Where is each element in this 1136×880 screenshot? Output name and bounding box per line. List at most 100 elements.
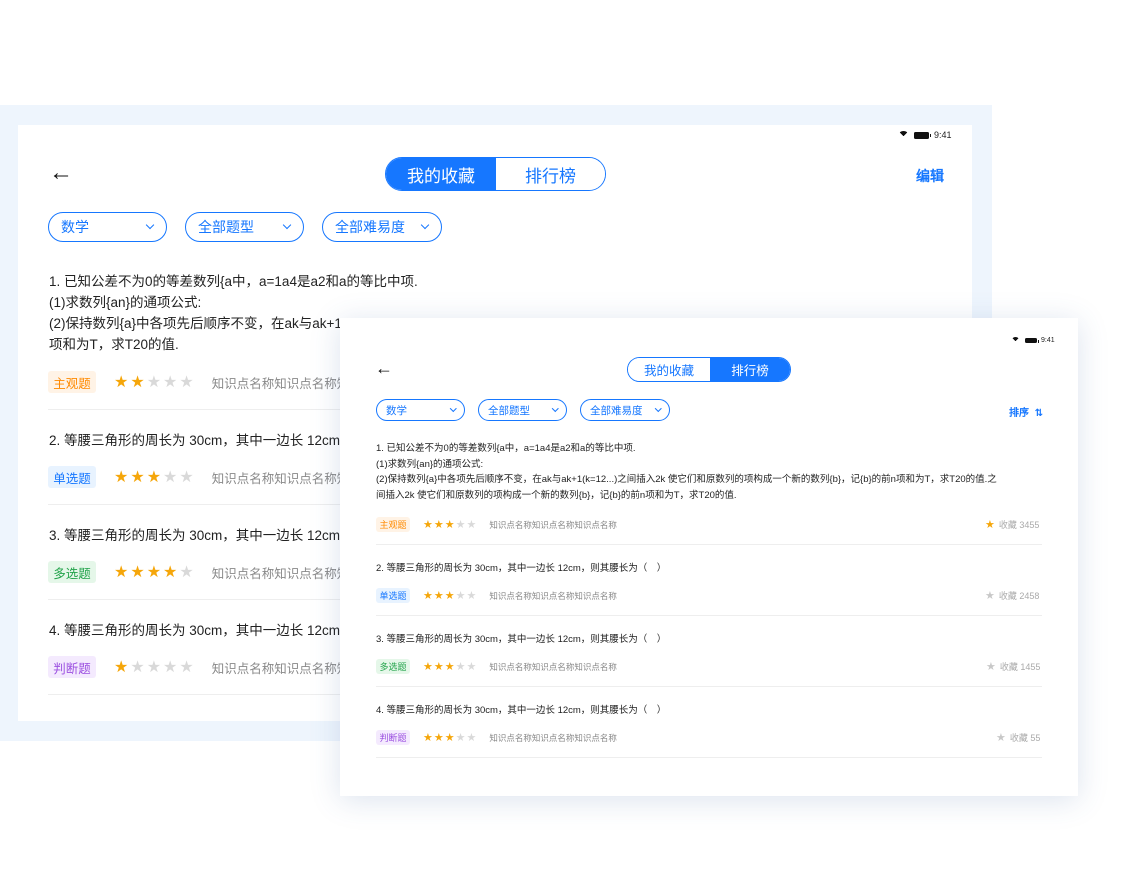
star-icon: ★: [114, 374, 129, 391]
star-icon: ★: [985, 590, 995, 602]
star-icon: ★: [130, 659, 145, 676]
question-1[interactable]: 1. 已知公差不为0的等差数列{a中，a=1a4是a2和a的等比中项. (1)求…: [376, 441, 997, 503]
star-icon: ★: [163, 659, 178, 676]
favorite-label: 收藏 55: [1009, 733, 1041, 743]
star-icon: ★: [114, 564, 129, 581]
question-1-meta: 主观题 ★ ★ ★ ★ ★ 知识点名称知识点名称知识点名称: [376, 517, 617, 532]
filter-subject[interactable]: 数学: [48, 212, 167, 242]
difficulty-stars: ★ ★ ★ ★ ★: [114, 562, 194, 582]
tag-single-choice: 单选题: [376, 588, 410, 603]
filter-type[interactable]: 全部题型: [185, 212, 304, 242]
question-4[interactable]: 4. 等腰三角形的周长为 30cm，其中一边长 12cm，则其腰长为（ ）: [376, 702, 666, 716]
wifi-icon: [1011, 337, 1020, 346]
chevron-down-icon: [449, 405, 456, 412]
question-text: 1. 已知公差不为0的等差数列{a中，a=1a4是a2和a的等比中项.: [49, 274, 418, 289]
knowledge-points: 知识点名称知识点名称知识点名称: [489, 732, 617, 743]
star-icon: ★: [130, 564, 145, 581]
star-icon: ★: [455, 590, 466, 602]
front-screen: 9:41 ← 我的收藏 排行榜 排序 ⇅ 数学 全部题型 全部难易度 1. 已知…: [354, 330, 1064, 778]
star-icon: ★: [179, 374, 194, 391]
question-text: (2)保持数列{a}中各项先后顺序不变，在ak与ak+1(k=12...)之间插…: [376, 474, 997, 485]
tab-favorites[interactable]: 我的收藏: [628, 358, 710, 381]
tag-subjective: 主观题: [376, 517, 410, 532]
question-3[interactable]: 3. 等腰三角形的周长为 30cm，其中一边长 12cm: [49, 524, 340, 544]
question-text: 1. 已知公差不为0的等差数列{a中，a=1a4是a2和a的等比中项.: [376, 443, 636, 454]
star-icon: ★: [444, 590, 455, 602]
star-icon: ★: [146, 659, 162, 676]
filter-difficulty-label: 全部难易度: [335, 219, 405, 235]
wifi-icon: [898, 131, 909, 142]
tab-favorites[interactable]: 我的收藏: [386, 158, 496, 190]
tab-switch: 我的收藏 排行榜: [627, 357, 791, 382]
knowledge-points: 知识点名称知识点名称知: [211, 566, 350, 581]
star-icon: ★: [130, 374, 145, 391]
status-time: 9:41: [1041, 336, 1055, 344]
star-icon: ★: [466, 519, 477, 531]
star-icon: ★: [444, 661, 455, 673]
status-time: 9:41: [934, 130, 952, 140]
divider: [48, 694, 348, 695]
chevron-down-icon: [654, 405, 661, 412]
divider: [48, 409, 348, 410]
divider: [48, 599, 348, 600]
back-arrow-icon[interactable]: ←: [49, 161, 73, 185]
difficulty-stars: ★ ★ ★ ★ ★: [114, 657, 194, 677]
favorite-count[interactable]: ★ 收藏 1455: [986, 660, 1040, 673]
star-icon: ★: [163, 374, 178, 391]
sort-icon: ⇅: [1034, 408, 1044, 419]
favorite-count[interactable]: ★ 收藏 2458: [985, 589, 1039, 602]
star-icon: ★: [455, 661, 466, 673]
star-icon: ★: [179, 469, 194, 486]
difficulty-stars: ★ ★ ★ ★ ★: [423, 660, 476, 673]
star-icon: ★: [433, 590, 444, 602]
back-arrow-icon[interactable]: ←: [375, 359, 393, 377]
difficulty-stars: ★ ★ ★ ★ ★: [114, 467, 194, 487]
difficulty-stars: ★ ★ ★ ★ ★: [423, 731, 476, 744]
star-icon: ★: [423, 590, 433, 602]
favorite-count[interactable]: ★ 收藏 3455: [985, 518, 1039, 531]
question-4[interactable]: 4. 等腰三角形的周长为 30cm，其中一边长 12cm: [49, 619, 340, 639]
question-2[interactable]: 2. 等腰三角形的周长为 30cm，其中一边长 12cm: [49, 429, 340, 449]
question-1-meta: 主观题 ★ ★ ★ ★ ★ 知识点名称知识点名称知: [48, 371, 349, 393]
divider: [48, 504, 348, 505]
favorite-label: 收藏 3455: [998, 520, 1040, 530]
filter-type[interactable]: 全部题型: [478, 399, 567, 421]
filter-difficulty[interactable]: 全部难易度: [322, 212, 442, 242]
status-bar: 9:41: [1010, 336, 1055, 346]
edit-button[interactable]: 编辑: [916, 166, 944, 186]
knowledge-points: 知识点名称知识点名称知识点名称: [489, 661, 617, 672]
filter-subject[interactable]: 数学: [376, 399, 465, 421]
question-2[interactable]: 2. 等腰三角形的周长为 30cm，其中一边长 12cm，则其腰长为（ ）: [376, 560, 666, 574]
star-icon: ★: [433, 519, 444, 531]
tab-ranking[interactable]: 排行榜: [496, 158, 605, 190]
star-icon: ★: [423, 732, 433, 744]
filter-type-label: 全部题型: [488, 404, 530, 417]
chevron-down-icon: [551, 405, 558, 412]
divider: [376, 686, 1042, 687]
question-3-meta: 多选题 ★ ★ ★ ★ ★ 知识点名称知识点名称知: [48, 561, 349, 583]
tag-true-false: 判断题: [48, 656, 96, 678]
status-bar: 9:41: [898, 130, 952, 142]
tag-true-false: 判断题: [376, 730, 410, 745]
divider: [376, 757, 1042, 758]
tab-ranking[interactable]: 排行榜: [710, 358, 790, 381]
battery-icon: [914, 131, 931, 139]
question-text: (1)求数列{an}的通项公式:: [376, 458, 484, 470]
sort-button[interactable]: 排序 ⇅: [1009, 404, 1043, 419]
knowledge-points: 知识点名称知识点名称知识点名称: [489, 519, 617, 530]
star-icon: ★: [130, 469, 145, 486]
star-icon: ★: [986, 661, 996, 673]
question-3[interactable]: 3. 等腰三角形的周长为 30cm，其中一边长 12cm，则其腰长为（ ）: [376, 631, 666, 645]
tag-multiple-choice: 多选题: [48, 561, 96, 583]
favorite-count[interactable]: ★ 收藏 55: [996, 731, 1040, 744]
favorite-label: 收藏 1455: [999, 662, 1041, 672]
star-icon: ★: [455, 519, 466, 531]
question-text: 间插入2k 使它们和原数列的项构成一个新的数列{b}，记{b}的前n项和为T，求…: [376, 489, 737, 501]
chevron-down-icon: [282, 220, 292, 230]
star-icon: ★: [423, 519, 433, 531]
question-text: (1)求数列{an}的通项公式:: [49, 295, 202, 310]
filter-difficulty[interactable]: 全部难易度: [580, 399, 670, 421]
chevron-down-icon: [420, 220, 430, 230]
star-icon: ★: [146, 564, 162, 581]
star-icon: ★: [146, 374, 162, 391]
